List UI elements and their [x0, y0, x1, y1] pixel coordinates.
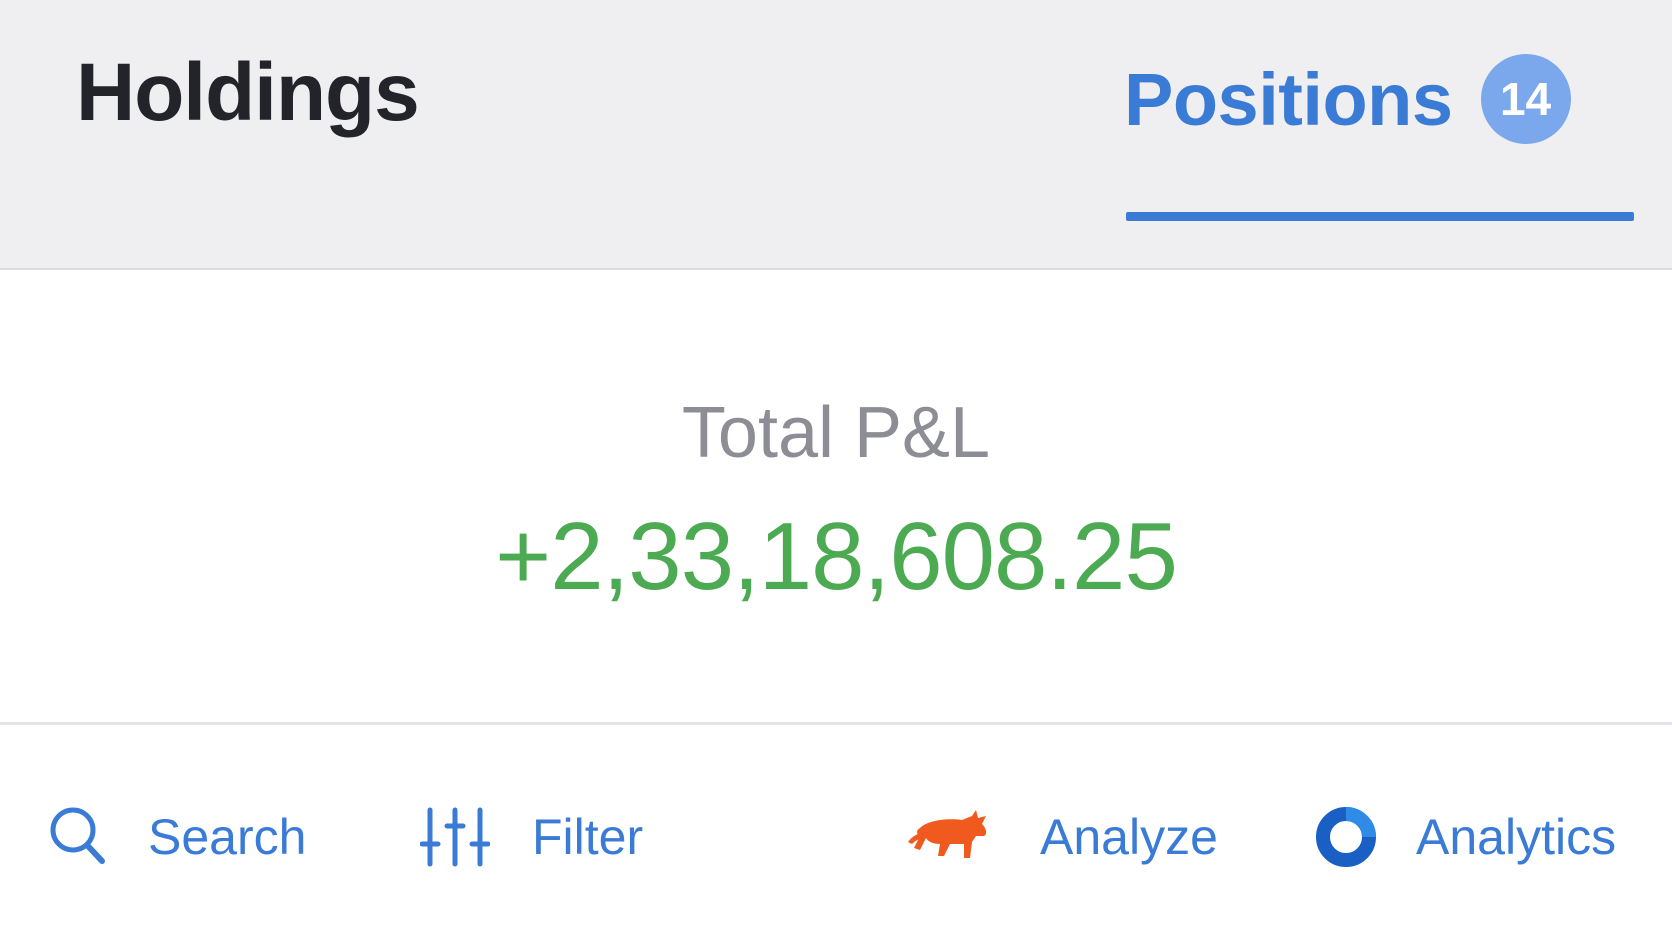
- analyze-label: Analyze: [1040, 809, 1218, 865]
- positions-page: Holdings Positions 14 Total P&L +2,33,18…: [0, 0, 1672, 941]
- tab-positions-label: Positions: [1124, 57, 1453, 141]
- pnl-summary: Total P&L +2,33,18,608.25: [0, 270, 1672, 722]
- tab-holdings[interactable]: Holdings: [76, 46, 420, 140]
- filter-button[interactable]: Filter: [420, 797, 643, 877]
- analytics-label: Analytics: [1416, 809, 1617, 865]
- bull-icon: [906, 806, 992, 868]
- positions-count-badge: 14: [1480, 54, 1571, 144]
- tab-positions[interactable]: Positions 14: [1124, 44, 1571, 154]
- filter-label: Filter: [532, 809, 644, 865]
- search-label: Search: [148, 809, 307, 865]
- ring-icon: [1314, 805, 1378, 869]
- analyze-button[interactable]: Analyze: [906, 797, 1218, 877]
- search-icon: [48, 805, 108, 869]
- toolbar: Search Filter Analyze Analytics: [0, 725, 1672, 941]
- tab-bar: Holdings Positions 14: [0, 0, 1672, 270]
- sliders-icon: [420, 806, 490, 868]
- analytics-button[interactable]: Analytics: [1314, 797, 1616, 877]
- total-pnl-value: +2,33,18,608.25: [495, 503, 1178, 610]
- total-pnl-label: Total P&L: [681, 393, 991, 473]
- search-button[interactable]: Search: [48, 797, 306, 877]
- active-tab-indicator: [1126, 212, 1634, 221]
